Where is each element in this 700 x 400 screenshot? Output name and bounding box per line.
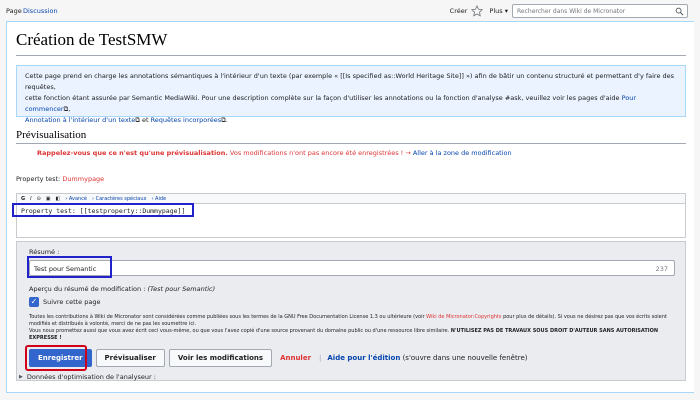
preview-button[interactable]: Prévisualiser	[95, 349, 165, 367]
summary-input[interactable]: Test pour Semantic 237	[29, 260, 675, 276]
external-link-icon: ⧉	[221, 116, 226, 124]
triangle-right-icon: ▶	[19, 374, 23, 380]
create-link[interactable]: Créer	[450, 7, 468, 15]
chevron-down-icon: ▾	[504, 7, 508, 15]
link-icon[interactable]: ⊝	[37, 196, 41, 202]
property-output: Property test: Dummypage	[16, 175, 104, 183]
title-divider	[16, 55, 686, 56]
watch-checkbox[interactable]: ✓	[29, 297, 39, 307]
parser-label: Données d'optimisation de l'analyseur :	[26, 373, 156, 381]
edit-options-panel: Résumé : Test pour Semantic 237 Aperçu d…	[16, 241, 686, 381]
summary-highlight	[27, 256, 112, 278]
watch-checkbox-row[interactable]: ✓ Suivre cette page	[29, 297, 100, 307]
save-highlight	[25, 345, 87, 371]
summary-preview-label: Aperçu du résumé de modification :	[29, 285, 148, 293]
editor-highlight	[12, 203, 194, 217]
search-box[interactable]: Rechercher dans Wiki de Micronator	[512, 4, 688, 18]
tab-page[interactable]: Page	[6, 7, 22, 15]
cancel-link[interactable]: Annuler	[280, 354, 311, 362]
link-requetes[interactable]: Requêtes incorporées	[151, 116, 222, 124]
preview-divider	[16, 143, 686, 144]
watch-label: Suivre cette page	[43, 298, 101, 306]
preview-heading: Prévisualisation	[16, 129, 87, 141]
property-label: Property test:	[16, 175, 63, 183]
preview-reminder: Rappelez-vous que ce n'est qu'une prévis…	[37, 149, 228, 157]
external-link-icon: ⧉	[63, 105, 69, 113]
toolbar-help[interactable]: › Aide	[151, 196, 166, 202]
page-title: Création de TestSMW	[16, 30, 168, 49]
search-icon[interactable]	[675, 7, 684, 16]
edit-help-note: (s'ouvre dans une nouvelle fenêtre)	[400, 354, 528, 362]
info-text-1: Cette page prend en charge les annotatio…	[25, 72, 675, 91]
summary-char-count: 237	[655, 265, 668, 273]
more-menu-label: Plus	[489, 7, 503, 15]
tab-discussion[interactable]: Discussion	[23, 7, 58, 15]
preview-note: Rappelez-vous que ce n'est qu'une prévis…	[37, 149, 512, 157]
legal-text-3: Vous nous promettez aussi que vous avez …	[29, 328, 451, 334]
toolbar-advanced[interactable]: › Avancé	[65, 196, 87, 202]
edit-help-link[interactable]: Aide pour l'édition	[327, 354, 400, 362]
smw-info-box: Cette page prend en charge les annotatio…	[16, 65, 686, 124]
bold-button[interactable]: G	[21, 196, 25, 202]
link-annotation[interactable]: Annotation à l'intérieur d'un texte	[25, 116, 135, 124]
preview-not-saved: Vos modifications n'ont pas encore été e…	[227, 149, 413, 157]
page-tools: Créer Plus ▾ Rechercher dans Wiki de Mic…	[450, 4, 688, 18]
separator: |	[319, 354, 322, 362]
parser-limit-report[interactable]: ▶ Données d'optimisation de l'analyseur …	[19, 373, 156, 381]
reference-icon[interactable]: ◧	[56, 196, 61, 202]
property-value-link[interactable]: Dummypage	[62, 175, 104, 183]
toolbar-special-chars[interactable]: › Caractères spéciaux	[92, 196, 146, 202]
summary-preview-value: (Test pour Semantic)	[147, 285, 216, 293]
legal-notice: Toutes les contributions à Wiki de Micro…	[29, 314, 679, 342]
edit-help: Aide pour l'édition (s'ouvre dans une no…	[327, 354, 527, 362]
show-changes-button[interactable]: Voir les modifications	[168, 349, 273, 367]
info-and: et	[139, 116, 151, 124]
goto-edit-link[interactable]: Aller à la zone de modification	[413, 149, 512, 157]
image-icon[interactable]: ▣	[46, 196, 51, 202]
info-text-2: cette fonction étant assurée par Semanti…	[25, 94, 622, 102]
italic-button[interactable]: I	[30, 196, 31, 202]
edit-buttons: Enregistrer Prévisualiser Voir les modif…	[29, 349, 527, 367]
legal-text-1: Toutes les contributions à Wiki de Micro…	[29, 314, 427, 320]
more-menu[interactable]: Plus ▾	[489, 7, 508, 15]
copyrights-link[interactable]: Wiki de Micronator:Copyrights	[426, 314, 501, 320]
summary-label: Résumé :	[29, 248, 60, 256]
watch-star-icon[interactable]	[471, 5, 484, 17]
content-area: Création de TestSMW Cette page prend en …	[6, 21, 694, 393]
summary-preview: Aperçu du résumé de modification : (Test…	[29, 285, 215, 293]
top-bar: Page Discussion Créer Plus ▾ Rechercher …	[0, 0, 700, 22]
search-input[interactable]: Rechercher dans Wiki de Micronator	[517, 8, 625, 15]
